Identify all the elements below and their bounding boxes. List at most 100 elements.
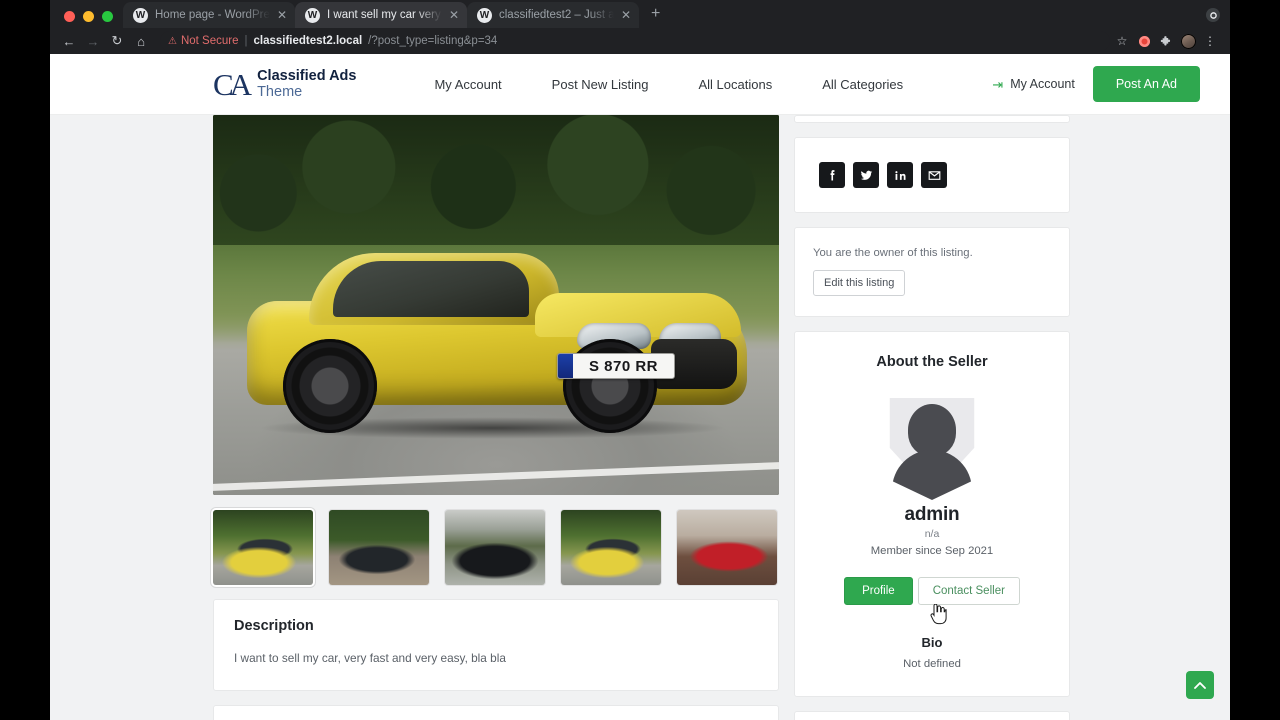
linkedin-icon[interactable] <box>887 162 913 188</box>
browser-tab-home-page[interactable]: W Home page - WordPress Class ✕ <box>123 2 295 28</box>
puzzle-glyph <box>1160 35 1170 46</box>
toolbar-icons: ☆ ⋮ <box>1112 31 1222 51</box>
facebook-glyph <box>830 169 834 180</box>
contact-seller-button[interactable]: Contact Seller <box>917 577 1020 605</box>
nav-link-post-new-listing[interactable]: Post New Listing <box>527 77 674 92</box>
site-header: CA Classified Ads Theme My Account Post … <box>50 54 1230 115</box>
facebook-icon[interactable] <box>819 162 845 188</box>
seller-avatar <box>884 398 980 500</box>
listing-details-card: Listing Details <box>794 711 1070 720</box>
twitter-icon[interactable] <box>853 162 879 188</box>
avatar-head-shape <box>908 404 956 456</box>
wordpress-icon: W <box>477 7 492 23</box>
about-seller-card: About the Seller admin n/a Member since … <box>794 331 1070 697</box>
address-bar[interactable]: ⚠ Not Secure | classifiedtest2.local /?p… <box>160 31 1110 51</box>
gallery-thumb-red-tesla-model-3[interactable] <box>677 510 777 585</box>
account-link-label: My Account <box>1010 77 1075 91</box>
close-tab-icon[interactable]: ✕ <box>621 9 631 21</box>
description-text: I want to sell my car, very fast and ver… <box>234 651 506 665</box>
license-plate-number: S 870 RR <box>588 357 659 375</box>
browser-tab-classifiedtest2[interactable]: W classifiedtest2 – Just another ✕ <box>467 2 639 28</box>
profile-avatar-icon[interactable] <box>1178 31 1198 51</box>
seller-member-since: Member since Sep 2021 <box>870 545 994 557</box>
main-navigation: My Account Post New Listing All Location… <box>409 77 928 92</box>
header-actions: ⇥ My Account Post An Ad <box>992 66 1200 102</box>
description-body: Description I want to sell my car, very … <box>214 600 778 690</box>
page-content: S 870 RR Description I want to sell my c… <box>50 115 1230 720</box>
browser-window: W Home page - WordPress Class ✕ W I want… <box>50 0 1230 720</box>
close-tab-icon[interactable]: ✕ <box>277 9 287 21</box>
license-plate: S 870 RR <box>557 353 675 379</box>
main-column: S 870 RR Description I want to sell my c… <box>213 115 779 720</box>
logo-text: Classified Ads Theme <box>257 68 356 100</box>
account-link[interactable]: ⇥ My Account <box>992 77 1075 91</box>
record-icon[interactable] <box>1134 31 1154 51</box>
hero-image[interactable]: S 870 RR <box>213 115 779 495</box>
bookmark-star-icon[interactable]: ☆ <box>1112 31 1132 51</box>
window-options-icon[interactable] <box>1206 8 1220 22</box>
sidebar: You are the owner of this listing. Edit … <box>794 115 1070 720</box>
seller-subtitle: n/a <box>924 528 940 540</box>
gallery-card: S 870 RR <box>213 115 779 585</box>
bio-text: Not defined <box>903 658 961 670</box>
forward-icon[interactable]: → <box>82 30 104 52</box>
back-to-top-button[interactable] <box>1186 671 1214 699</box>
not-secure-badge[interactable]: ⚠ Not Secure <box>168 35 239 47</box>
browser-menu-icon[interactable]: ⋮ <box>1200 31 1220 51</box>
gallery-thumb-yellow-bmw-m4[interactable] <box>213 510 313 585</box>
url-path: /?post_type=listing&p=34 <box>368 35 498 47</box>
logo-line-2: Theme <box>257 84 303 100</box>
extensions-puzzle-icon[interactable] <box>1156 31 1176 51</box>
wordpress-icon: W <box>305 7 320 23</box>
browser-tab-listing[interactable]: W I want sell my car very fast - c ✕ <box>295 2 467 28</box>
envelope-glyph <box>928 170 940 180</box>
record-dot <box>1138 35 1150 47</box>
omnibox-divider: | <box>244 35 248 47</box>
nav-link-my-account[interactable]: My Account <box>409 77 526 92</box>
all-photos-card: All Photos <box>213 704 779 720</box>
car-windows <box>333 261 529 317</box>
site-logo[interactable]: CA Classified Ads Theme <box>213 68 356 100</box>
warning-triangle-icon: ⚠ <box>168 35 177 47</box>
linkedin-glyph <box>894 170 905 180</box>
social-share-icons <box>819 162 1045 188</box>
close-tab-icon[interactable]: ✕ <box>449 9 459 21</box>
maximize-window-button[interactable] <box>102 11 113 22</box>
bio-title: Bio <box>921 635 943 650</box>
minimize-window-button[interactable] <box>83 11 94 22</box>
gallery-thumb-yellow-bmw-m4-2[interactable] <box>561 510 661 585</box>
screen: W Home page - WordPress Class ✕ W I want… <box>0 0 1280 720</box>
profile-button[interactable]: Profile <box>844 577 913 605</box>
logo-line-1: Classified Ads <box>257 67 357 84</box>
window-traffic-lights[interactable] <box>58 11 123 28</box>
twitter-glyph <box>860 170 872 180</box>
all-photos-body: All Photos <box>214 706 778 720</box>
logo-mark: CA <box>213 66 252 102</box>
post-an-ad-button[interactable]: Post An Ad <box>1092 66 1200 102</box>
email-icon[interactable] <box>921 162 947 188</box>
home-icon[interactable]: ⌂ <box>130 30 152 52</box>
reload-icon[interactable]: ↻ <box>106 30 128 52</box>
description-card: Description I want to sell my car, very … <box>213 599 779 691</box>
gallery-thumbnails <box>213 510 779 585</box>
circle-glyph <box>1209 11 1217 19</box>
browser-toolbar: ← → ↻ ⌂ ⚠ Not Secure | classifiedtest2.l… <box>50 28 1230 54</box>
gallery-thumb-black-mercedes-front[interactable] <box>445 510 545 585</box>
car-rear-wheel <box>283 339 377 433</box>
edit-listing-button[interactable]: Edit this listing <box>813 270 906 296</box>
gallery-thumb-black-mercedes-clk[interactable] <box>329 510 429 585</box>
close-window-button[interactable] <box>64 11 75 22</box>
tab-strip: W Home page - WordPress Class ✕ W I want… <box>50 0 1230 28</box>
nav-link-all-categories[interactable]: All Categories <box>797 77 928 92</box>
back-icon[interactable]: ← <box>58 30 80 52</box>
nav-link-all-locations[interactable]: All Locations <box>674 77 798 92</box>
owner-notice-card: You are the owner of this listing. Edit … <box>794 227 1070 317</box>
owner-message: You are the owner of this listing. <box>813 247 973 259</box>
new-tab-button[interactable]: + <box>639 5 670 28</box>
wordpress-icon: W <box>133 7 148 23</box>
tab-title: Home page - WordPress Class <box>155 9 270 21</box>
about-seller-title: About the Seller <box>876 354 988 370</box>
url-host: classifiedtest2.local <box>253 35 363 47</box>
description-title: Description <box>234 618 314 634</box>
not-secure-label: Not Secure <box>180 35 239 47</box>
